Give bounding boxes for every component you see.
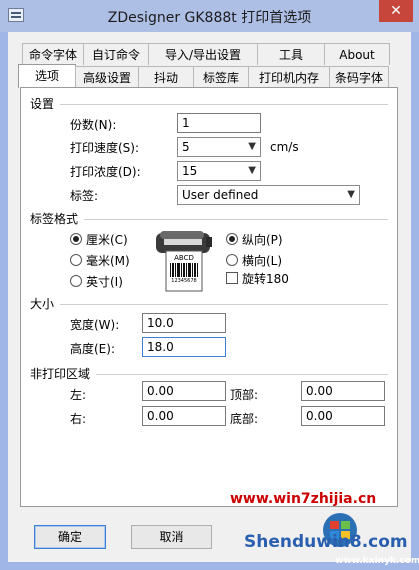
tab-advanced[interactable]: 高级设置 — [75, 66, 139, 88]
darkness-value: 15 — [182, 164, 198, 178]
unit-mm-radio[interactable] — [70, 254, 82, 266]
top-margin-input[interactable]: 0.00 — [301, 381, 385, 401]
window-title: ZDesigner GK888t 打印首选项 — [107, 10, 312, 26]
orientation-portrait-label: 纵向(P) — [242, 233, 283, 247]
bottom-margin-input[interactable]: 0.00 — [301, 406, 385, 426]
tab-stocks[interactable]: 标签库 — [193, 66, 249, 88]
width-input[interactable]: 10.0 — [142, 313, 226, 333]
right-margin-label: 右: — [70, 412, 87, 426]
cancel-button[interactable]: 取消 — [131, 525, 212, 549]
left-margin-input[interactable]: 0.00 — [142, 381, 226, 401]
unit-mm-label: 毫米(M) — [86, 254, 130, 268]
stock-select[interactable]: User defined ▼ — [177, 185, 360, 205]
chevron-down-icon: ▼ — [248, 141, 256, 152]
ok-button[interactable]: 确定 — [34, 525, 106, 549]
watermark-site3: www.kxinyk.com — [335, 556, 419, 566]
top-margin-label: 顶部: — [230, 388, 259, 402]
tab-barcode-fonts[interactable]: 条码字体 — [329, 66, 389, 88]
tab-options[interactable]: 选项 — [18, 64, 76, 88]
printer-label-text: ABCD — [174, 254, 194, 262]
tab-printer-memory[interactable]: 打印机内存 — [248, 66, 330, 88]
unprintable-divider — [96, 374, 388, 375]
unit-cm-radio[interactable] — [70, 233, 82, 245]
unit-inch-label: 英寸(I) — [86, 275, 123, 289]
chevron-down-icon: ▼ — [347, 189, 355, 200]
speed-unit: cm/s — [270, 140, 299, 154]
width-label: 宽度(W): — [70, 318, 120, 332]
printer-preferences-window: ZDesigner GK888t 打印首选项 ✕ 命令字体 自订命令 导入/导出… — [0, 0, 419, 570]
height-label: 高度(E): — [70, 342, 115, 356]
settings-heading: 设置 — [30, 95, 61, 112]
orientation-portrait-radio[interactable] — [226, 233, 238, 245]
tab-tools[interactable]: 工具 — [257, 43, 325, 65]
printer-illustration: ABCD 12345678 — [152, 227, 214, 293]
rotate-180-checkbox[interactable] — [226, 272, 238, 284]
size-divider — [58, 304, 388, 305]
size-heading: 大小 — [30, 295, 61, 312]
unprintable-heading: 非打印区域 — [30, 365, 97, 382]
tab-row-back: 命令字体 自订命令 导入/导出设置 工具 About — [22, 43, 390, 65]
rotate-180-label: 旋转180 — [242, 272, 289, 286]
label-format-heading: 标签格式 — [30, 210, 85, 227]
darkness-label: 打印浓度(D): — [70, 165, 141, 179]
right-margin-input[interactable]: 0.00 — [142, 406, 226, 426]
tab-command-fonts[interactable]: 命令字体 — [22, 43, 84, 65]
tab-row-front: 选项 高级设置 抖动 标签库 打印机内存 条码字体 — [18, 64, 389, 88]
darkness-select[interactable]: 15 ▼ — [177, 161, 261, 181]
stock-label: 标签: — [70, 189, 99, 203]
label-format-divider — [82, 219, 388, 220]
speed-value: 5 — [182, 140, 190, 154]
copies-label: 份数(N): — [70, 118, 117, 132]
left-margin-label: 左: — [70, 388, 87, 402]
title-bar[interactable]: ZDesigner GK888t 打印首选项 ✕ — [0, 0, 419, 32]
tab-dithering[interactable]: 抖动 — [138, 66, 194, 88]
settings-divider — [58, 104, 388, 105]
printer-label-number: 12345678 — [171, 278, 197, 284]
bottom-margin-label: 底部: — [230, 412, 259, 426]
tab-about[interactable]: About — [324, 43, 390, 65]
unit-inch-radio[interactable] — [70, 275, 82, 287]
speed-label: 打印速度(S): — [70, 141, 140, 155]
stock-value: User defined — [182, 188, 259, 202]
speed-select[interactable]: 5 ▼ — [177, 137, 261, 157]
watermark-site2: Shenduwin8.com — [244, 532, 408, 552]
chevron-down-icon: ▼ — [248, 165, 256, 176]
orientation-landscape-label: 横向(L) — [242, 254, 283, 268]
height-input[interactable]: 18.0 — [142, 337, 226, 357]
watermark-site1: www.win7zhijia.cn — [230, 491, 377, 507]
unit-cm-label: 厘米(C) — [86, 233, 128, 247]
copies-input[interactable]: 1 — [177, 113, 261, 133]
tab-import-export[interactable]: 导入/导出设置 — [148, 43, 258, 65]
close-button[interactable]: ✕ — [379, 0, 413, 22]
orientation-landscape-radio[interactable] — [226, 254, 238, 266]
tab-custom-commands[interactable]: 自订命令 — [83, 43, 149, 65]
